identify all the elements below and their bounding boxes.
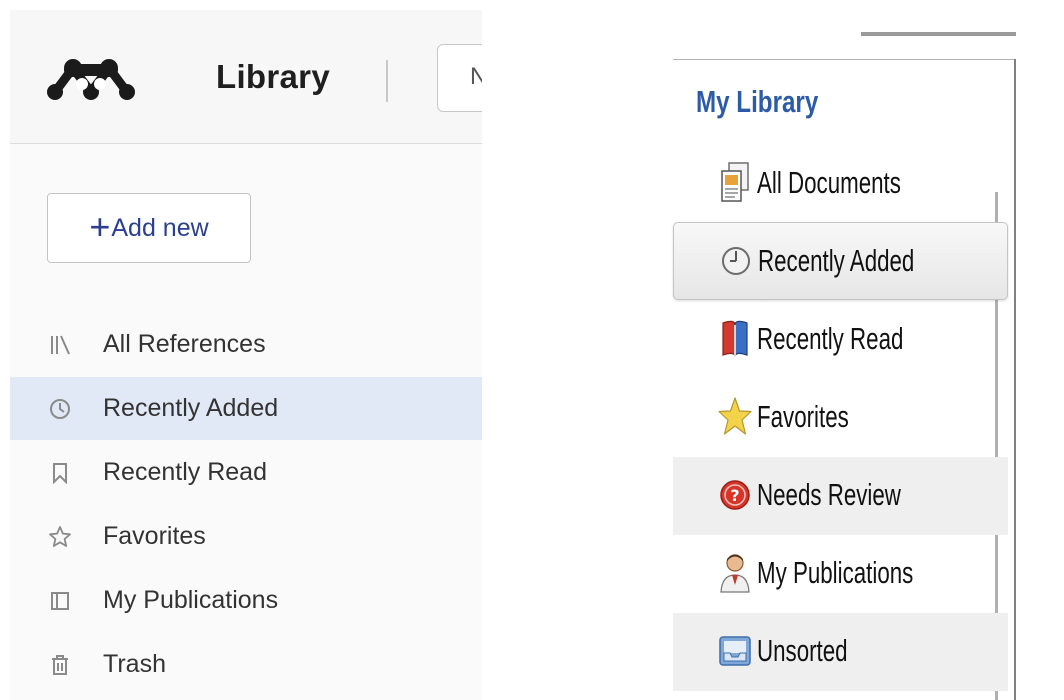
nav-item-trash[interactable]: Trash [10, 633, 482, 696]
app-logo-icon[interactable] [46, 54, 136, 104]
page-title: Library [216, 58, 330, 95]
books-icon [48, 333, 72, 357]
star-icon [718, 397, 752, 435]
plus-icon: + [89, 206, 111, 247]
clock-icon [722, 247, 750, 275]
desk-item-label: Favorites [757, 399, 849, 434]
book-icon [722, 320, 748, 358]
desk-item-recently-read[interactable]: Recently Read [673, 301, 1008, 379]
add-new-label: Add new [111, 213, 209, 242]
star-icon [48, 525, 72, 549]
nav-item-label: My Publications [103, 586, 279, 614]
tray-icon [719, 636, 751, 666]
nav-item-all-references[interactable]: All References [10, 313, 482, 376]
desk-item-needs-review[interactable]: ? Needs Review [673, 457, 1008, 535]
nav-item-favorites[interactable]: Favorites [10, 505, 482, 568]
web-library-sidebar: Library N + Add new All References Recen… [10, 10, 482, 700]
desktop-library-sidebar: My Library All Documents Recently Added … [673, 32, 1016, 700]
add-new-button[interactable]: + Add new [47, 193, 251, 263]
desk-item-unsorted[interactable]: Unsorted [673, 613, 1008, 691]
clock-icon [48, 397, 72, 421]
desk-item-label: Recently Added [758, 243, 915, 278]
nav-item-label: Trash [103, 650, 166, 678]
desk-item-my-publications[interactable]: My Publications [673, 535, 1008, 613]
desk-item-label: My Publications [757, 555, 914, 590]
nav-item-label: Recently Added [103, 394, 279, 422]
nav-item-my-publications[interactable]: My Publications [10, 569, 482, 632]
desk-item-label: Unsorted [757, 633, 848, 668]
panel-right-border [1014, 59, 1016, 700]
desk-item-label: All Documents [757, 165, 901, 200]
panel-top-border [673, 59, 1016, 60]
nav-item-label: Favorites [103, 522, 206, 550]
desk-item-all-documents[interactable]: All Documents [673, 145, 1008, 223]
trash-icon [48, 653, 72, 677]
nav-item-recently-added[interactable]: Recently Added [10, 377, 482, 440]
svg-text:?: ? [730, 486, 739, 505]
desk-item-label: Recently Read [757, 321, 904, 356]
desk-item-recently-added[interactable]: Recently Added [673, 222, 1008, 300]
search-input-text: N [470, 63, 482, 90]
bookmark-icon [48, 461, 72, 485]
section-title: My Library [696, 84, 819, 119]
desk-item-favorites[interactable]: Favorites [673, 379, 1008, 457]
documents-icon [721, 162, 749, 202]
nav-item-label: All References [103, 330, 266, 358]
web-header: Library N [10, 10, 482, 144]
search-input[interactable]: N [437, 44, 482, 112]
question-icon: ? [720, 480, 750, 510]
header-divider [386, 60, 388, 102]
window-top-strip [861, 32, 1016, 36]
nav-item-recently-read[interactable]: Recently Read [10, 441, 482, 504]
nav-item-label: Recently Read [103, 458, 267, 486]
person-icon [720, 554, 750, 593]
publications-icon [48, 589, 72, 613]
desk-item-label: Needs Review [757, 477, 901, 512]
